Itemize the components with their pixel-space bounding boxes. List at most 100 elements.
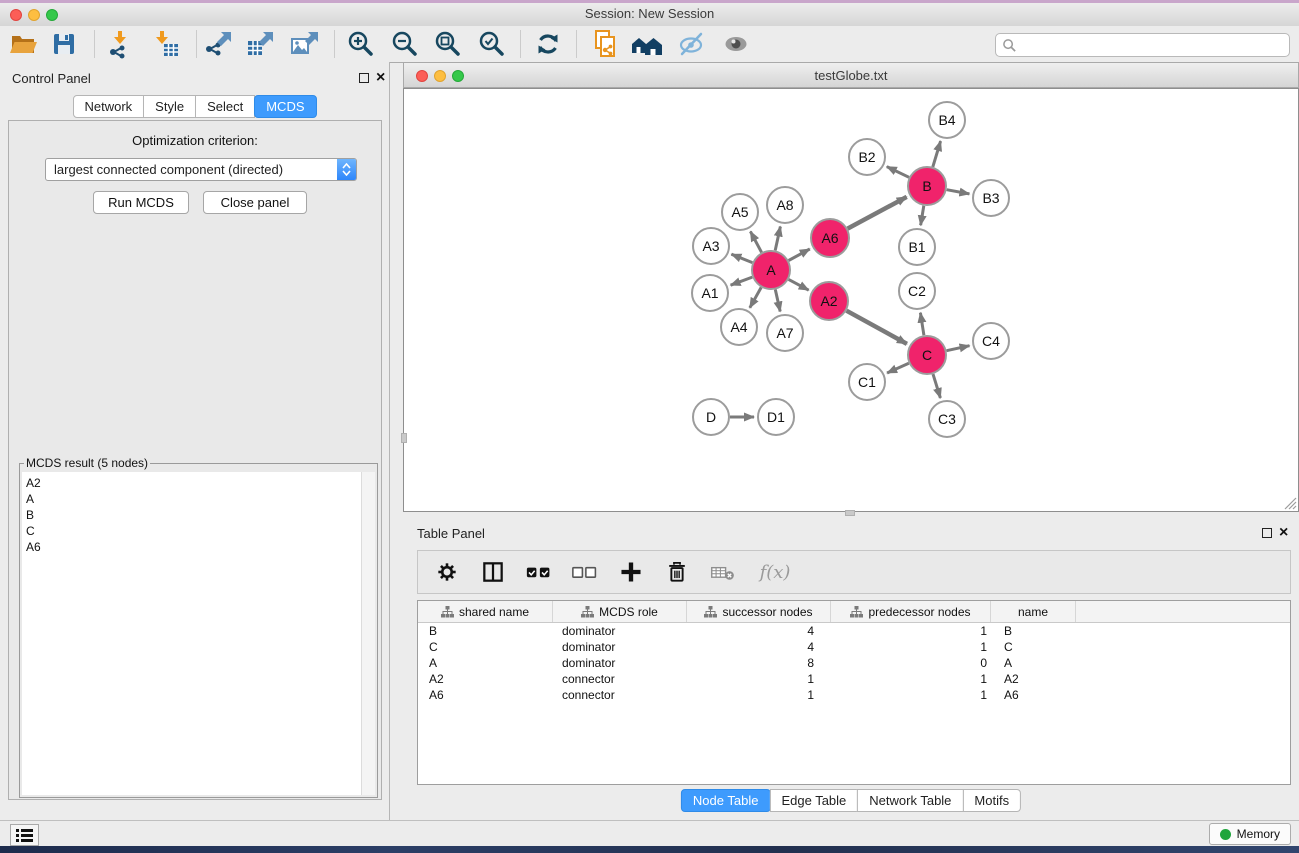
task-history-button[interactable] bbox=[10, 824, 39, 846]
graph-edge-A-A4[interactable] bbox=[750, 287, 761, 307]
table-cell[interactable]: A2 bbox=[991, 672, 1076, 686]
table-cell[interactable]: 1 bbox=[687, 672, 831, 686]
graph-edge-A-A7[interactable] bbox=[775, 290, 780, 312]
table-cell[interactable]: 8 bbox=[687, 656, 831, 670]
table-cell[interactable]: connector bbox=[553, 688, 687, 702]
function-builder-button[interactable]: f(x) bbox=[754, 557, 796, 587]
splitter-grip[interactable] bbox=[401, 433, 407, 443]
network-canvas[interactable]: AA1A2A3A4A5A6A7A8BB1B2B3B4CC1C2C3C4DD1 bbox=[403, 88, 1299, 512]
table-cell[interactable]: C bbox=[991, 640, 1076, 654]
table-cell[interactable]: 4 bbox=[687, 640, 831, 654]
table-settings-button[interactable] bbox=[432, 557, 462, 587]
tab-style[interactable]: Style bbox=[143, 95, 196, 118]
network-graph[interactable]: AA1A2A3A4A5A6A7A8BB1B2B3B4CC1C2C3C4DD1 bbox=[404, 89, 1298, 511]
table-cell[interactable]: dominator bbox=[553, 624, 687, 638]
node-table[interactable]: shared nameMCDS rolesuccessor nodesprede… bbox=[417, 600, 1291, 785]
table-cell[interactable]: 4 bbox=[687, 624, 831, 638]
graph-edge-C-C3[interactable] bbox=[933, 374, 940, 398]
graph-edge-A-A6[interactable] bbox=[789, 249, 810, 261]
show-hidden-button[interactable] bbox=[719, 28, 753, 60]
search-input[interactable] bbox=[1017, 35, 1289, 55]
float-panel-icon[interactable] bbox=[1262, 528, 1272, 538]
table-cell[interactable]: B bbox=[418, 624, 553, 638]
graph-edge-A6-B[interactable] bbox=[848, 197, 907, 229]
export-image-button[interactable] bbox=[287, 28, 321, 60]
first-neighbors-button[interactable] bbox=[630, 28, 664, 60]
graph-node-A3[interactable]: A3 bbox=[693, 228, 729, 264]
export-network-button[interactable] bbox=[201, 28, 235, 60]
table-row[interactable]: Cdominator41C bbox=[418, 639, 1290, 655]
hide-selected-button[interactable] bbox=[674, 28, 708, 60]
graph-node-D[interactable]: D bbox=[693, 399, 729, 435]
graph-node-A5[interactable]: A5 bbox=[722, 194, 758, 230]
tab-node-table[interactable]: Node Table bbox=[681, 789, 771, 812]
graph-node-B[interactable]: B bbox=[908, 167, 946, 205]
graph-edge-A-A2[interactable] bbox=[789, 279, 809, 290]
result-item[interactable]: A bbox=[26, 491, 375, 507]
export-table-button[interactable] bbox=[243, 28, 277, 60]
mcds-result-list[interactable]: A2ABCA6 bbox=[22, 472, 375, 795]
table-cell[interactable]: 1 bbox=[831, 672, 991, 686]
graph-node-A6[interactable]: A6 bbox=[811, 219, 849, 257]
graph-edge-A-A8[interactable] bbox=[775, 227, 780, 251]
network-window-titlebar[interactable]: testGlobe.txt bbox=[403, 62, 1299, 88]
graph-node-C1[interactable]: C1 bbox=[849, 364, 885, 400]
delete-row-button[interactable] bbox=[662, 557, 692, 587]
clone-network-button[interactable] bbox=[588, 28, 622, 60]
scrollbar-track[interactable] bbox=[361, 472, 375, 795]
memory-button[interactable]: Memory bbox=[1209, 823, 1291, 845]
graph-node-A[interactable]: A bbox=[752, 251, 790, 289]
graph-edge-A2-C[interactable] bbox=[847, 311, 907, 344]
result-item[interactable]: B bbox=[26, 507, 375, 523]
graph-edge-A-A1[interactable] bbox=[731, 277, 753, 285]
float-panel-icon[interactable] bbox=[359, 73, 369, 83]
column-header-predecessor-nodes[interactable]: predecessor nodes bbox=[831, 601, 991, 622]
table-cell[interactable]: A bbox=[991, 656, 1076, 670]
table-cell[interactable]: 1 bbox=[831, 624, 991, 638]
graph-edge-C-C4[interactable] bbox=[947, 346, 970, 351]
graph-node-B3[interactable]: B3 bbox=[973, 180, 1009, 216]
graph-edge-C-C2[interactable] bbox=[920, 313, 924, 336]
table-cell[interactable]: dominator bbox=[553, 640, 687, 654]
graph-node-D1[interactable]: D1 bbox=[758, 399, 794, 435]
zoom-out-button[interactable] bbox=[388, 28, 422, 60]
close-panel-button[interactable]: Close panel bbox=[203, 191, 307, 214]
zoom-in-button[interactable] bbox=[344, 28, 378, 60]
graph-node-B4[interactable]: B4 bbox=[929, 102, 965, 138]
delete-table-button[interactable] bbox=[708, 557, 738, 587]
graph-edge-B-B4[interactable] bbox=[933, 141, 941, 167]
graph-edge-B-B2[interactable] bbox=[887, 167, 909, 178]
table-cell[interactable]: 1 bbox=[831, 640, 991, 654]
graph-edge-A-A3[interactable] bbox=[731, 254, 752, 262]
result-item[interactable]: C bbox=[26, 523, 375, 539]
table-row[interactable]: Adominator80A bbox=[418, 655, 1290, 671]
graph-node-A2[interactable]: A2 bbox=[810, 282, 848, 320]
table-cell[interactable]: B bbox=[991, 624, 1076, 638]
table-cell[interactable]: 1 bbox=[831, 688, 991, 702]
splitter-grip[interactable] bbox=[845, 510, 855, 516]
open-file-button[interactable] bbox=[6, 28, 40, 60]
graph-node-A8[interactable]: A8 bbox=[767, 187, 803, 223]
save-session-button[interactable] bbox=[47, 28, 81, 60]
graph-node-C3[interactable]: C3 bbox=[929, 401, 965, 437]
column-header-mcds-role[interactable]: MCDS role bbox=[553, 601, 687, 622]
result-item[interactable]: A6 bbox=[26, 539, 375, 555]
graph-node-C[interactable]: C bbox=[908, 336, 946, 374]
tab-motifs[interactable]: Motifs bbox=[962, 789, 1021, 812]
resize-grip-icon[interactable] bbox=[1281, 494, 1297, 510]
search-box[interactable] bbox=[995, 33, 1290, 57]
graph-node-C2[interactable]: C2 bbox=[899, 273, 935, 309]
zoom-selected-button[interactable] bbox=[475, 28, 509, 60]
close-panel-icon[interactable]: × bbox=[376, 73, 385, 83]
tab-edge-table[interactable]: Edge Table bbox=[769, 789, 858, 812]
close-panel-icon[interactable]: × bbox=[1279, 528, 1288, 538]
tab-mcds[interactable]: MCDS bbox=[254, 95, 316, 118]
graph-node-A7[interactable]: A7 bbox=[767, 315, 803, 351]
graph-edge-B-B1[interactable] bbox=[921, 206, 924, 226]
table-cell[interactable]: A bbox=[418, 656, 553, 670]
select-all-button[interactable] bbox=[524, 557, 554, 587]
table-cell[interactable]: A6 bbox=[991, 688, 1076, 702]
tab-network-table[interactable]: Network Table bbox=[857, 789, 963, 812]
run-mcds-button[interactable]: Run MCDS bbox=[93, 191, 189, 214]
table-cell[interactable]: C bbox=[418, 640, 553, 654]
